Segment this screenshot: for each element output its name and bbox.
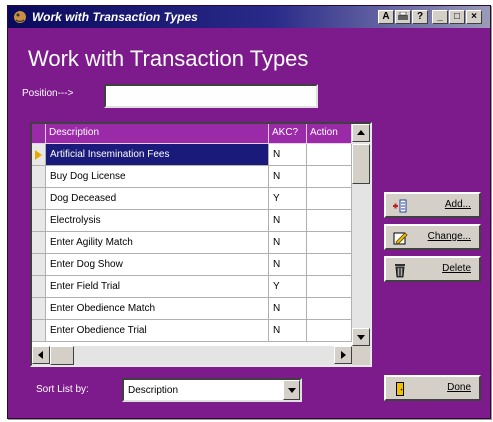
sort-list-select[interactable]: Description (122, 378, 302, 402)
cell-description[interactable]: Enter Obedience Trial (46, 320, 269, 342)
maximize-button[interactable]: □ (449, 10, 465, 24)
cell-action[interactable] (307, 254, 352, 276)
row-selector[interactable] (32, 144, 46, 166)
add-button[interactable]: Add... (384, 192, 481, 218)
cell-akc[interactable]: Y (269, 188, 307, 210)
print-icon (398, 11, 408, 20)
cell-akc[interactable]: N (269, 166, 307, 188)
table-row[interactable]: Enter Dog Show N (32, 254, 352, 276)
done-button-label: Done (447, 382, 471, 393)
arrow-up-icon (357, 130, 365, 135)
cell-action[interactable] (307, 276, 352, 298)
window-title: Work with Transaction Types (32, 10, 198, 24)
table-row[interactable]: Electrolysis N (32, 210, 352, 232)
row-selector[interactable] (32, 298, 46, 320)
scrollbar-corner (352, 346, 370, 365)
add-button-label: Add... (444, 199, 471, 210)
scroll-left-button[interactable] (32, 346, 50, 364)
vertical-scrollbar[interactable] (352, 124, 370, 346)
door-exit-icon (396, 382, 404, 396)
table-row[interactable]: Buy Dog License N (32, 166, 352, 188)
row-selector[interactable] (32, 188, 46, 210)
trash-icon (395, 264, 405, 278)
add-icon (393, 199, 407, 213)
cell-action[interactable] (307, 166, 352, 188)
arrow-left-icon (38, 351, 43, 359)
cell-akc[interactable]: N (269, 254, 307, 276)
title-bar[interactable]: Work with Transaction Types A ? _ □ × (8, 6, 490, 28)
cell-description[interactable]: Enter Dog Show (46, 254, 269, 276)
row-selector[interactable] (32, 232, 46, 254)
vertical-scroll-thumb[interactable] (352, 144, 370, 184)
column-header-action[interactable]: Action (307, 124, 352, 144)
cell-description[interactable]: Enter Field Trial (46, 276, 269, 298)
column-header-description[interactable]: Description (46, 124, 269, 144)
table-row[interactable]: Enter Field Trial Y (32, 276, 352, 298)
close-button[interactable]: × (466, 10, 482, 24)
row-selector[interactable] (32, 276, 46, 298)
transaction-types-window: Work with Transaction Types A ? _ □ × Wo… (7, 5, 491, 419)
transaction-types-grid: Description AKC? Action Artificial Insem… (30, 122, 372, 367)
cell-description[interactable]: Enter Agility Match (46, 232, 269, 254)
column-header-akc[interactable]: AKC? (269, 124, 307, 144)
cell-action[interactable] (307, 232, 352, 254)
cell-description[interactable]: Dog Deceased (46, 188, 269, 210)
row-selector[interactable] (32, 254, 46, 276)
row-selector[interactable] (32, 320, 46, 342)
cell-action[interactable] (307, 298, 352, 320)
sort-list-value: Description (128, 385, 179, 396)
position-label: Position---> (22, 88, 74, 99)
cell-action[interactable] (307, 144, 352, 166)
delete-button-label: Delete (442, 263, 471, 274)
cell-akc[interactable]: N (269, 320, 307, 342)
grid-rows: Artificial Insemination Fees N Buy Dog L… (32, 144, 352, 342)
help-button[interactable]: ? (412, 10, 428, 24)
grid-header: Description AKC? Action (32, 124, 352, 144)
arrow-down-icon (357, 335, 365, 340)
table-row[interactable]: Artificial Insemination Fees N (32, 144, 352, 166)
change-button[interactable]: Change... (384, 224, 481, 250)
change-button-label: Change... (427, 231, 471, 242)
horizontal-scrollbar[interactable] (32, 346, 352, 365)
row-selector[interactable] (32, 210, 46, 232)
table-row[interactable]: Enter Obedience Trial N (32, 320, 352, 342)
app-icon (14, 11, 26, 23)
chevron-down-icon (288, 388, 296, 393)
cell-description[interactable]: Enter Obedience Match (46, 298, 269, 320)
minimize-button[interactable]: _ (432, 10, 448, 24)
scroll-down-button[interactable] (352, 328, 370, 346)
current-row-pointer-icon (35, 150, 42, 160)
cell-akc[interactable]: N (269, 210, 307, 232)
cell-description[interactable]: Buy Dog License (46, 166, 269, 188)
page-title: Work with Transaction Types (28, 46, 309, 71)
cell-akc[interactable]: N (269, 298, 307, 320)
cell-akc[interactable]: Y (269, 276, 307, 298)
cell-description[interactable]: Artificial Insemination Fees (46, 144, 269, 166)
scroll-up-button[interactable] (352, 124, 370, 142)
print-button[interactable] (395, 10, 411, 24)
table-row[interactable]: Dog Deceased Y (32, 188, 352, 210)
font-button[interactable]: A (378, 10, 394, 24)
horizontal-scroll-thumb[interactable] (50, 346, 74, 365)
scroll-right-button[interactable] (334, 346, 352, 364)
table-row[interactable]: Enter Agility Match N (32, 232, 352, 254)
cell-akc[interactable]: N (269, 144, 307, 166)
cell-akc[interactable]: N (269, 232, 307, 254)
cell-action[interactable] (307, 320, 352, 342)
table-row[interactable]: Enter Obedience Match N (32, 298, 352, 320)
row-selector-header (32, 124, 46, 144)
arrow-right-icon (341, 351, 346, 359)
sort-list-label: Sort List by: (36, 384, 89, 395)
row-selector[interactable] (32, 166, 46, 188)
edit-icon (393, 232, 408, 245)
sort-dropdown-button[interactable] (283, 380, 300, 400)
done-button[interactable]: Done (384, 375, 481, 401)
cell-action[interactable] (307, 188, 352, 210)
position-input[interactable] (104, 84, 318, 108)
delete-button[interactable]: Delete (384, 256, 481, 282)
cell-action[interactable] (307, 210, 352, 232)
cell-description[interactable]: Electrolysis (46, 210, 269, 232)
